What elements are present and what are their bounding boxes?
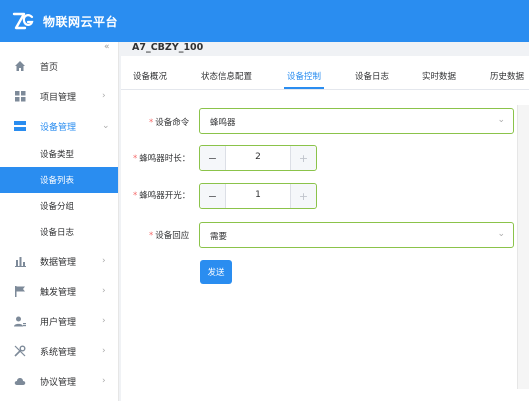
- sidebar-item-system[interactable]: 系统管理 ›: [0, 337, 118, 365]
- logo-icon: [12, 10, 34, 32]
- app-title: 物联网云平台: [43, 15, 119, 29]
- sidebar-subitem-label: 设备类型: [40, 150, 75, 160]
- sidebar-subitem-label: 设备日志: [40, 228, 75, 238]
- sidebar-item-protocols[interactable]: 协议管理 ›: [0, 367, 118, 395]
- sidebar-item-label: 首页: [40, 62, 59, 73]
- chevron-down-icon: ⌄: [102, 121, 110, 131]
- cloud-icon: [13, 374, 27, 388]
- duration-stepper[interactable]: − 2 +: [199, 145, 317, 171]
- required-mark: *: [149, 231, 154, 241]
- tab-realtime-data[interactable]: 实时数据: [422, 70, 456, 82]
- sidebar-item-label: 设备管理: [40, 122, 77, 133]
- duration-label: * 蜂鸣器时长：: [133, 152, 190, 164]
- chevron-right-icon: ›: [102, 286, 106, 296]
- command-label: * 设备命令: [149, 116, 189, 128]
- home-icon: [13, 59, 27, 73]
- device-name-breadcrumb: A7_CBZY_100: [132, 42, 204, 53]
- sidebar-item-label: 用户管理: [40, 317, 77, 328]
- chevron-down-icon: ⌄: [497, 115, 505, 125]
- switch-label: * 蜂鸣器开光：: [133, 189, 190, 201]
- top-header: 物联网云平台: [0, 0, 529, 42]
- tab-bar: 设备概况 状态信息配置 设备控制 设备日志 实时数据 历史数据: [121, 56, 529, 90]
- command-select-value: 蜂鸣器: [210, 118, 236, 128]
- sidebar-subitem-label: 设备分组: [40, 202, 75, 212]
- reply-select[interactable]: 需要 ⌄: [199, 222, 514, 248]
- send-button[interactable]: 发送: [200, 260, 232, 284]
- sidebar-item-home[interactable]: 首页: [0, 52, 118, 80]
- increment-button[interactable]: +: [290, 184, 316, 208]
- chevron-right-icon: ›: [102, 376, 106, 386]
- chevron-right-icon: ›: [102, 256, 106, 266]
- tab-device-logs[interactable]: 设备日志: [355, 70, 389, 82]
- chevron-right-icon: ›: [102, 91, 106, 101]
- sidebar-item-devices[interactable]: 设备管理 ⌄: [0, 112, 118, 140]
- grid-icon: [13, 89, 27, 103]
- tab-status-config[interactable]: 状态信息配置: [201, 70, 252, 82]
- command-select[interactable]: 蜂鸣器 ⌄: [199, 108, 514, 134]
- switch-value[interactable]: 1: [226, 190, 290, 200]
- sidebar-item-label: 项目管理: [40, 92, 77, 103]
- sidebar-subitem-device-list[interactable]: 设备列表: [0, 167, 118, 193]
- duration-label-text: 蜂鸣器时长：: [139, 154, 191, 164]
- device-icon: [13, 119, 27, 133]
- reply-label-text: 设备回应: [155, 231, 190, 241]
- tab-device-control[interactable]: 设备控制: [287, 70, 321, 82]
- duration-value[interactable]: 2: [226, 152, 290, 162]
- sidebar-item-label: 触发管理: [40, 287, 77, 298]
- switch-label-text: 蜂鸣器开光：: [139, 191, 191, 201]
- bar-chart-icon: [13, 254, 27, 268]
- sidebar-item-data[interactable]: 数据管理 ›: [0, 247, 118, 275]
- sidebar-item-projects[interactable]: 项目管理 ›: [0, 82, 118, 110]
- required-mark: *: [133, 154, 138, 164]
- tab-history-data[interactable]: 历史数据: [490, 70, 524, 82]
- switch-stepper[interactable]: − 1 +: [199, 183, 317, 209]
- sidebar-item-triggers[interactable]: 触发管理 ›: [0, 277, 118, 305]
- sidebar-subitem-device-logs[interactable]: 设备日志: [0, 219, 118, 245]
- vertical-scrollbar[interactable]: [517, 105, 529, 389]
- tools-icon: [13, 344, 27, 358]
- sidebar-item-label: 协议管理: [40, 377, 77, 388]
- chevron-down-icon: ⌄: [497, 229, 505, 239]
- tab-overview[interactable]: 设备概况: [133, 70, 167, 82]
- chevron-right-icon: ›: [102, 346, 106, 356]
- user-icon: [13, 314, 27, 328]
- collapse-sidebar-icon[interactable]: «: [104, 42, 110, 52]
- sidebar: « 首页 项目管理 › 设备管理 ⌄ 设备类型 设备列表 设备分组 设备日志 数…: [0, 42, 119, 401]
- increment-button[interactable]: +: [290, 146, 316, 170]
- command-label-text: 设备命令: [155, 118, 190, 128]
- reply-label: * 设备回应: [149, 229, 189, 241]
- required-mark: *: [149, 118, 154, 128]
- sidebar-item-label: 系统管理: [40, 347, 77, 358]
- sidebar-subitem-device-types[interactable]: 设备类型: [0, 141, 118, 167]
- decrement-button[interactable]: −: [200, 146, 226, 170]
- chevron-right-icon: ›: [102, 316, 106, 326]
- required-mark: *: [133, 191, 138, 201]
- active-tab-indicator: [284, 87, 324, 89]
- flag-icon: [13, 284, 27, 298]
- sidebar-subitem-device-groups[interactable]: 设备分组: [0, 193, 118, 219]
- sidebar-item-label: 数据管理: [40, 257, 77, 268]
- sidebar-item-users[interactable]: 用户管理 ›: [0, 307, 118, 335]
- sidebar-subitem-label: 设备列表: [40, 176, 75, 186]
- decrement-button[interactable]: −: [200, 184, 226, 208]
- reply-select-value: 需要: [210, 232, 228, 242]
